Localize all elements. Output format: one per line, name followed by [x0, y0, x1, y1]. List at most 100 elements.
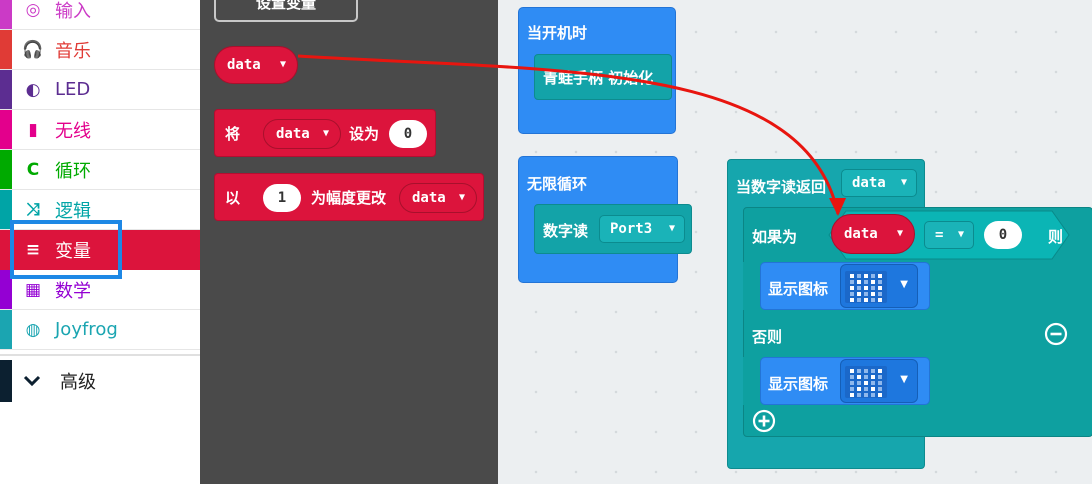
- category-item[interactable]: ⤨ 逻辑: [0, 190, 200, 230]
- plus-circle-icon[interactable]: [752, 409, 776, 433]
- code-workspace[interactable]: 当开机时 青蛙手柄 初始化 无限循环 数字读 Port3 ▼ 当数字读返回 da…: [498, 0, 1092, 484]
- led-dot: [871, 286, 875, 290]
- then-label: 则: [1048, 228, 1064, 246]
- category-item[interactable]: ≡ 变量: [0, 230, 200, 270]
- led-dot: [864, 369, 868, 373]
- variable-name: data: [852, 175, 886, 191]
- variable-name: data: [412, 190, 446, 206]
- category-advanced[interactable]: 高级: [0, 360, 200, 402]
- target-icon: ◎: [25, 0, 41, 20]
- led-dot: [864, 274, 868, 278]
- condition-variable-reporter[interactable]: data ▼: [831, 214, 915, 254]
- category-stripe: [0, 230, 12, 270]
- category-item[interactable]: ▮ 无线: [0, 110, 200, 150]
- condition-value-input[interactable]: 0: [984, 221, 1022, 249]
- led-dot: [857, 274, 861, 278]
- caret-down-icon: ▼: [896, 228, 903, 239]
- set-variable-dropdown[interactable]: data ▼: [263, 119, 341, 149]
- category-label: 逻辑: [55, 200, 91, 222]
- caret-down-icon: ▼: [458, 192, 465, 203]
- set-variable-block[interactable]: 将 data ▼ 设为 0: [214, 109, 436, 157]
- category-label: 音乐: [55, 40, 91, 62]
- advanced-separator: [0, 354, 200, 356]
- change-value-input[interactable]: 1: [263, 184, 301, 212]
- category-item[interactable]: ◐ LED: [0, 70, 200, 110]
- toolbox-flyout: 设置变量 data ▼ 将 data ▼ 设为 0 以 1 为幅度更改 data…: [200, 0, 498, 484]
- else-label: 否则: [752, 328, 783, 346]
- led-dot: [857, 298, 861, 302]
- set-mid-text: 设为: [349, 125, 380, 143]
- led-dot: [878, 292, 882, 296]
- chevron-down-icon: [23, 375, 41, 387]
- joyfrog-init-block[interactable]: 青蛙手柄 初始化: [534, 54, 672, 100]
- change-mid-text: 为幅度更改: [311, 189, 387, 207]
- led-dot: [878, 286, 882, 290]
- icon-picker-dropdown[interactable]: ▼: [840, 264, 918, 308]
- shuffle-icon: ⤨: [26, 199, 40, 220]
- category-item[interactable]: ▦ 数学: [0, 270, 200, 310]
- category-stripe: [0, 270, 12, 309]
- digital-read-block[interactable]: 数字读 Port3 ▼: [534, 204, 692, 254]
- category-label: LED: [55, 79, 91, 100]
- caret-down-icon: ▼: [279, 59, 286, 70]
- led-dot: [850, 369, 854, 373]
- led-dot: [878, 381, 882, 385]
- caret-down-icon: ▼: [900, 279, 908, 290]
- signal-bars-icon: ▮: [28, 119, 38, 140]
- port-value: Port3: [610, 221, 653, 237]
- port-dropdown[interactable]: Port3 ▼: [599, 215, 685, 243]
- led-dot: [871, 369, 875, 373]
- led-icon-preview: [845, 271, 887, 303]
- set-prefix-text: 将: [225, 125, 241, 143]
- led-dot: [864, 375, 868, 379]
- led-dot: [864, 393, 868, 397]
- led-dot: [857, 375, 861, 379]
- operator-dropdown[interactable]: = ▼: [924, 221, 974, 249]
- led-dot: [864, 381, 868, 385]
- operator-value: =: [935, 227, 944, 243]
- category-label: 数学: [55, 280, 91, 302]
- category-stripe: [0, 0, 12, 29]
- led-dot: [871, 381, 875, 385]
- forever-label: 无限循环: [527, 175, 588, 193]
- category-label: 输入: [55, 0, 91, 22]
- caret-down-icon: ▼: [900, 177, 907, 188]
- handler-variable-dropdown[interactable]: data ▼: [841, 169, 917, 197]
- minus-circle-icon[interactable]: [1044, 322, 1068, 346]
- led-dot: [864, 387, 868, 391]
- show-icon-label: 显示图标: [768, 280, 829, 298]
- category-stripe: [0, 190, 12, 229]
- category-item[interactable]: ◎ 输入: [0, 0, 200, 30]
- category-stripe: [0, 30, 12, 69]
- category-label: 高级: [60, 372, 96, 393]
- led-dot: [871, 375, 875, 379]
- led-dot: [878, 274, 882, 278]
- make-variable-button[interactable]: 设置变量: [214, 0, 358, 22]
- led-dot: [850, 292, 854, 296]
- change-variable-dropdown[interactable]: data ▼: [399, 183, 477, 213]
- change-variable-block[interactable]: 以 1 为幅度更改 data ▼: [214, 173, 484, 221]
- category-sidebar: ◎ 输入 🎧 音乐 ◐ LED ▮ 无线 C 循环 ⤨ 逻辑 ≡ 变量 ▦ 数学 ◍ Joyfrog: [0, 0, 200, 484]
- category-item[interactable]: 🎧 音乐: [0, 30, 200, 70]
- caret-down-icon: ▼: [322, 128, 329, 139]
- led-dot: [878, 369, 882, 373]
- if-label: 如果为: [752, 228, 798, 246]
- led-dot: [878, 280, 882, 284]
- category-item[interactable]: ◍ Joyfrog: [0, 310, 200, 350]
- if-else-arm: [743, 262, 761, 310]
- icon-picker-dropdown[interactable]: ▼: [840, 359, 918, 403]
- led-dot: [857, 280, 861, 284]
- led-dot: [878, 393, 882, 397]
- category-stripe: [0, 110, 12, 149]
- led-dot: [864, 298, 868, 302]
- on-start-label: 当开机时: [527, 24, 588, 42]
- led-dot: [857, 387, 861, 391]
- led-dot: [871, 393, 875, 397]
- variable-reporter[interactable]: data ▼: [214, 46, 298, 84]
- caret-down-icon: ▼: [668, 223, 675, 234]
- category-stripe: [0, 310, 12, 349]
- category-item[interactable]: C 循环: [0, 150, 200, 190]
- joyfrog-init-label: 青蛙手柄 初始化: [543, 69, 654, 87]
- set-value-input[interactable]: 0: [389, 120, 427, 148]
- led-dot: [878, 298, 882, 302]
